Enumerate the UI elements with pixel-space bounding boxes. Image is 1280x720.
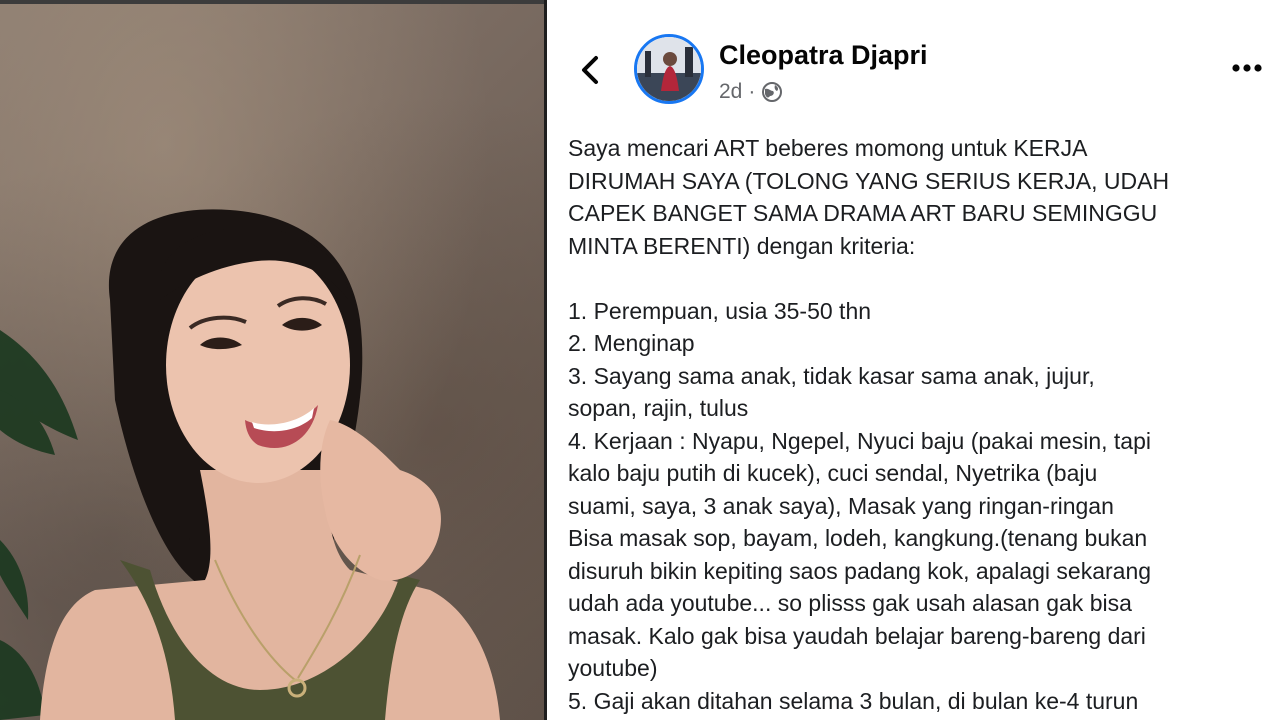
post-text: Saya mencari ART beberes momong untuk KE… [568,132,1274,717]
post-list-line: udah ada youtube... so plisss gak usah a… [568,590,1132,616]
globe-icon [762,82,783,102]
post-text-line: DIRUMAH SAYA (TOLONG YANG SERIUS KERJA, … [568,167,1170,194]
chevron-left-icon [582,56,598,84]
post-list-line: disuruh bikin kepiting saos padang kok, … [568,557,1152,584]
post-list-line: 2. Menginap [568,330,695,356]
post-list-line: masak. Kalo gak bisa yaudah belajar bare… [568,622,1146,649]
post-list-line: sopan, rajin, tulus [568,395,749,421]
post-text-line: CAPEK BANGET SAMA DRAMA ART BARU SEMINGG… [568,200,1158,226]
post-time[interactable]: 2d [719,80,742,104]
panel-divider [544,0,547,720]
post-text-line: Saya mencari ART beberes momong untuk KE… [568,135,1088,161]
post-list-line: suami, saya, 3 anak saya), Masak yang ri… [568,492,1114,519]
post-list-line: 4. Kerjaan : Nyapu, Ngepel, Nyuci baju (… [568,427,1151,454]
author-name[interactable]: Cleopatra Djapri [719,40,928,71]
ellipsis-icon [1232,64,1262,72]
avatar-image [637,37,701,101]
post-list-line: 5. Gaji akan ditahan selama 3 bulan, di … [568,687,1139,714]
facebook-post: Cleopatra Djapri 2d · Saya mencari ART b… [550,0,1280,720]
author-avatar[interactable] [634,34,704,104]
woman-portrait-image [0,209,500,720]
more-options-button[interactable] [1230,56,1264,80]
post-list-line: youtube) [568,655,658,681]
back-button[interactable] [578,54,602,86]
profile-photo[interactable] [0,0,547,720]
post-list-line: Bisa masak sop, bayam, lodeh, kangkung.(… [568,525,1148,551]
meta-separator: · [748,80,756,103]
post-meta: 2d · [719,80,783,104]
post-text-line: MINTA BERENTI) dengan kriteria: [568,232,916,259]
post-list-line: 1. Perempuan, usia 35-50 thn [568,297,872,324]
post-list-line: 3. Sayang sama anak, tidak kasar sama an… [568,362,1095,389]
post-list-line: kalo baju putih di kucek), cuci sendal, … [568,460,1098,486]
